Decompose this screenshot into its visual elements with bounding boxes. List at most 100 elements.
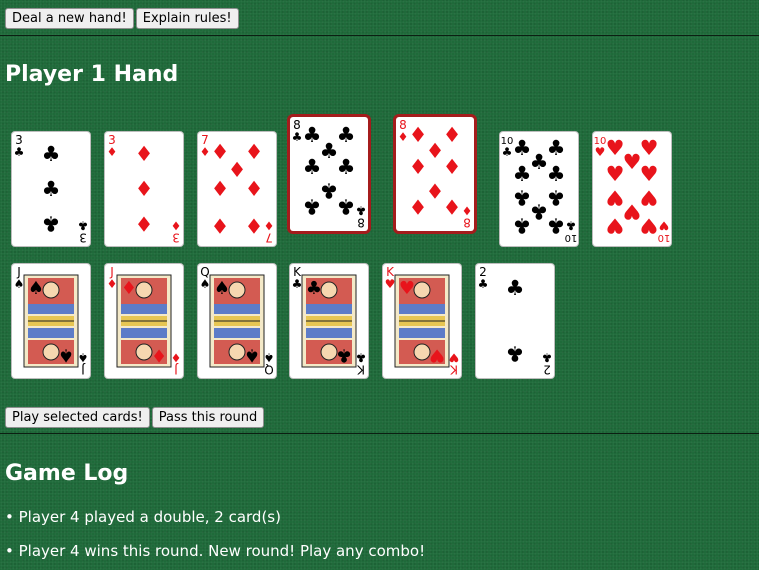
clubs-icon: ♣ (506, 341, 525, 365)
card-10-of-hearts[interactable]: ♥ ♥ ♥ ♥ ♥ ♥ ♥ ♥ ♥ ♥ 10 ♥ 10 ♥ (593, 132, 671, 246)
diamonds-icon: ♦ (228, 158, 247, 182)
card-k-of-hearts[interactable]: ♥ ♥ K ♥ K ♥ (383, 264, 461, 378)
card-rank: 10 (658, 232, 671, 243)
hearts-icon: ♥ (449, 351, 460, 365)
hearts-icon: ♥ (640, 162, 659, 186)
hearts-icon: ♥ (595, 145, 606, 159)
hearts-icon: ♥ (659, 219, 670, 233)
diamonds-icon: ♦ (426, 139, 445, 163)
card-3-of-diamonds[interactable]: ♦ ♦ ♦ 3 ♦ 3 ♦ (105, 132, 183, 246)
pass-round-button[interactable]: Pass this round (151, 407, 265, 428)
hearts-icon: ♥ (640, 136, 659, 160)
clubs-icon: ♣ (356, 204, 367, 218)
diamonds-icon: ♦ (211, 213, 230, 237)
clubs-icon: ♣ (478, 277, 489, 291)
card-j-of-spades[interactable]: ♠ ♠ J ♠ J ♠ (12, 264, 90, 378)
clubs-icon: ♣ (78, 219, 89, 233)
game-log-title: Game Log (5, 461, 129, 486)
clubs-icon: ♣ (337, 123, 356, 147)
clubs-icon: ♣ (303, 194, 322, 218)
card-face: ♣ ♣♣♣ ♣♣ ♣♣♣ ♣10♣10♣ (501, 136, 578, 243)
spades-icon: ♠ (78, 351, 89, 365)
card-3-of-clubs[interactable]: ♣ ♣ ♣ 3 ♣ 3 ♣ (12, 132, 90, 246)
action-toolbar: Play selected cards! Pass this round (5, 407, 265, 428)
spades-icon: ♠ (264, 351, 275, 365)
card-face: ♣♣2♣2♣ (478, 265, 553, 377)
diamonds-icon: ♦ (398, 130, 409, 144)
clubs-icon: ♣ (337, 194, 356, 218)
diamonds-icon: ♦ (409, 194, 428, 218)
diamonds-icon: ♦ (443, 194, 462, 218)
diamonds-icon: ♦ (135, 177, 154, 201)
diamonds-icon: ♦ (409, 155, 428, 179)
hearts-icon: ♥ (606, 213, 625, 237)
card-face: ♥♥K♥K♥ (385, 265, 460, 377)
card-face: ♣ ♣♣♣ ♣♣♣ ♣8♣8♣ (292, 118, 367, 230)
card-2-of-clubs[interactable]: ♣ ♣ 2 ♣ 2 ♣ (476, 264, 554, 378)
clubs-icon: ♣ (42, 177, 61, 201)
diamonds-icon: ♦ (264, 219, 275, 233)
log-entry: • Player 4 played a double, 2 card(s) (5, 508, 281, 526)
card-8-of-clubs[interactable]: ♣ ♣ ♣ ♣ ♣ ♣ ♣ ♣ 8 ♣ 8 ♣ (290, 117, 368, 231)
hearts-icon: ♥ (606, 136, 625, 160)
diamonds-icon: ♦ (211, 177, 230, 201)
spades-icon: ♠ (58, 344, 74, 365)
clubs-icon: ♣ (547, 213, 566, 237)
clubs-icon: ♣ (320, 178, 339, 202)
card-face: ♣♣♣3♣3♣ (14, 133, 89, 245)
play-selected-cards-button[interactable]: Play selected cards! (5, 407, 150, 428)
clubs-icon: ♣ (530, 199, 549, 223)
diamonds-icon: ♦ (171, 219, 182, 233)
diamonds-icon: ♦ (211, 140, 230, 164)
clubs-icon: ♣ (292, 130, 303, 144)
diamonds-icon: ♦ (171, 351, 182, 365)
clubs-icon: ♣ (547, 136, 566, 160)
clubs-icon: ♣ (42, 142, 61, 166)
explain-rules-button[interactable]: Explain rules! (135, 8, 239, 29)
hearts-icon: ♥ (623, 150, 642, 174)
card-7-of-diamonds[interactable]: ♦ ♦ ♦ ♦ ♦ ♦ ♦ 7 ♦ 7 ♦ (198, 132, 276, 246)
diamonds-icon: ♦ (462, 204, 473, 218)
card-q-of-spades[interactable]: ♠ ♠ Q ♠ Q ♠ (198, 264, 276, 378)
log-entry: • Player 4 wins this round. New round! P… (5, 542, 426, 560)
diamonds-icon: ♦ (135, 142, 154, 166)
card-face: ♠♠J♠J♠ (14, 265, 89, 377)
clubs-icon: ♣ (303, 155, 322, 179)
hearts-icon: ♥ (385, 277, 396, 291)
diamonds-icon: ♦ (107, 145, 118, 159)
clubs-icon: ♣ (306, 278, 322, 299)
card-face: ♣♣K♣K♣ (292, 265, 367, 377)
card-rank: 10 (565, 232, 578, 243)
diamonds-icon: ♦ (200, 145, 211, 159)
log-divider (0, 433, 759, 434)
clubs-icon: ♣ (513, 162, 532, 186)
spades-icon: ♠ (200, 277, 211, 291)
hand-title: Player 1 Hand (5, 62, 179, 87)
card-face: ♦♦J♦J♦ (107, 265, 182, 377)
clubs-icon: ♣ (336, 344, 352, 365)
diamonds-icon: ♦ (443, 123, 462, 147)
hearts-icon: ♥ (429, 344, 445, 365)
card-j-of-diamonds[interactable]: ♦ ♦ J ♦ J ♦ (105, 264, 183, 378)
card-10-of-clubs[interactable]: ♣ ♣ ♣ ♣ ♣ ♣ ♣ ♣ ♣ ♣ 10 ♣ 10 ♣ (500, 132, 578, 246)
diamonds-icon: ♦ (107, 277, 118, 291)
clubs-icon: ♣ (566, 219, 577, 233)
card-face: ♦ ♦♦♦ ♦♦♦ ♦8♦8♦ (398, 118, 473, 230)
card-face: ♠♠Q♠Q♠ (200, 265, 275, 377)
deal-new-hand-button[interactable]: Deal a new hand! (5, 8, 134, 29)
clubs-icon: ♣ (292, 277, 303, 291)
diamonds-icon: ♦ (121, 278, 137, 299)
diamonds-icon: ♦ (409, 123, 428, 147)
clubs-icon: ♣ (547, 162, 566, 186)
clubs-icon: ♣ (42, 211, 61, 235)
card-8-of-diamonds[interactable]: ♦ ♦ ♦ ♦ ♦ ♦ ♦ ♦ 8 ♦ 8 ♦ (396, 117, 474, 231)
clubs-icon: ♣ (14, 145, 25, 159)
spades-icon: ♠ (28, 278, 44, 299)
card-k-of-clubs[interactable]: ♣ ♣ K ♣ K ♣ (290, 264, 368, 378)
diamonds-icon: ♦ (135, 211, 154, 235)
hearts-icon: ♥ (640, 213, 659, 237)
diamonds-icon: ♦ (245, 177, 264, 201)
hearts-icon: ♥ (606, 162, 625, 186)
hearts-icon: ♥ (399, 278, 415, 299)
diamonds-icon: ♦ (443, 155, 462, 179)
